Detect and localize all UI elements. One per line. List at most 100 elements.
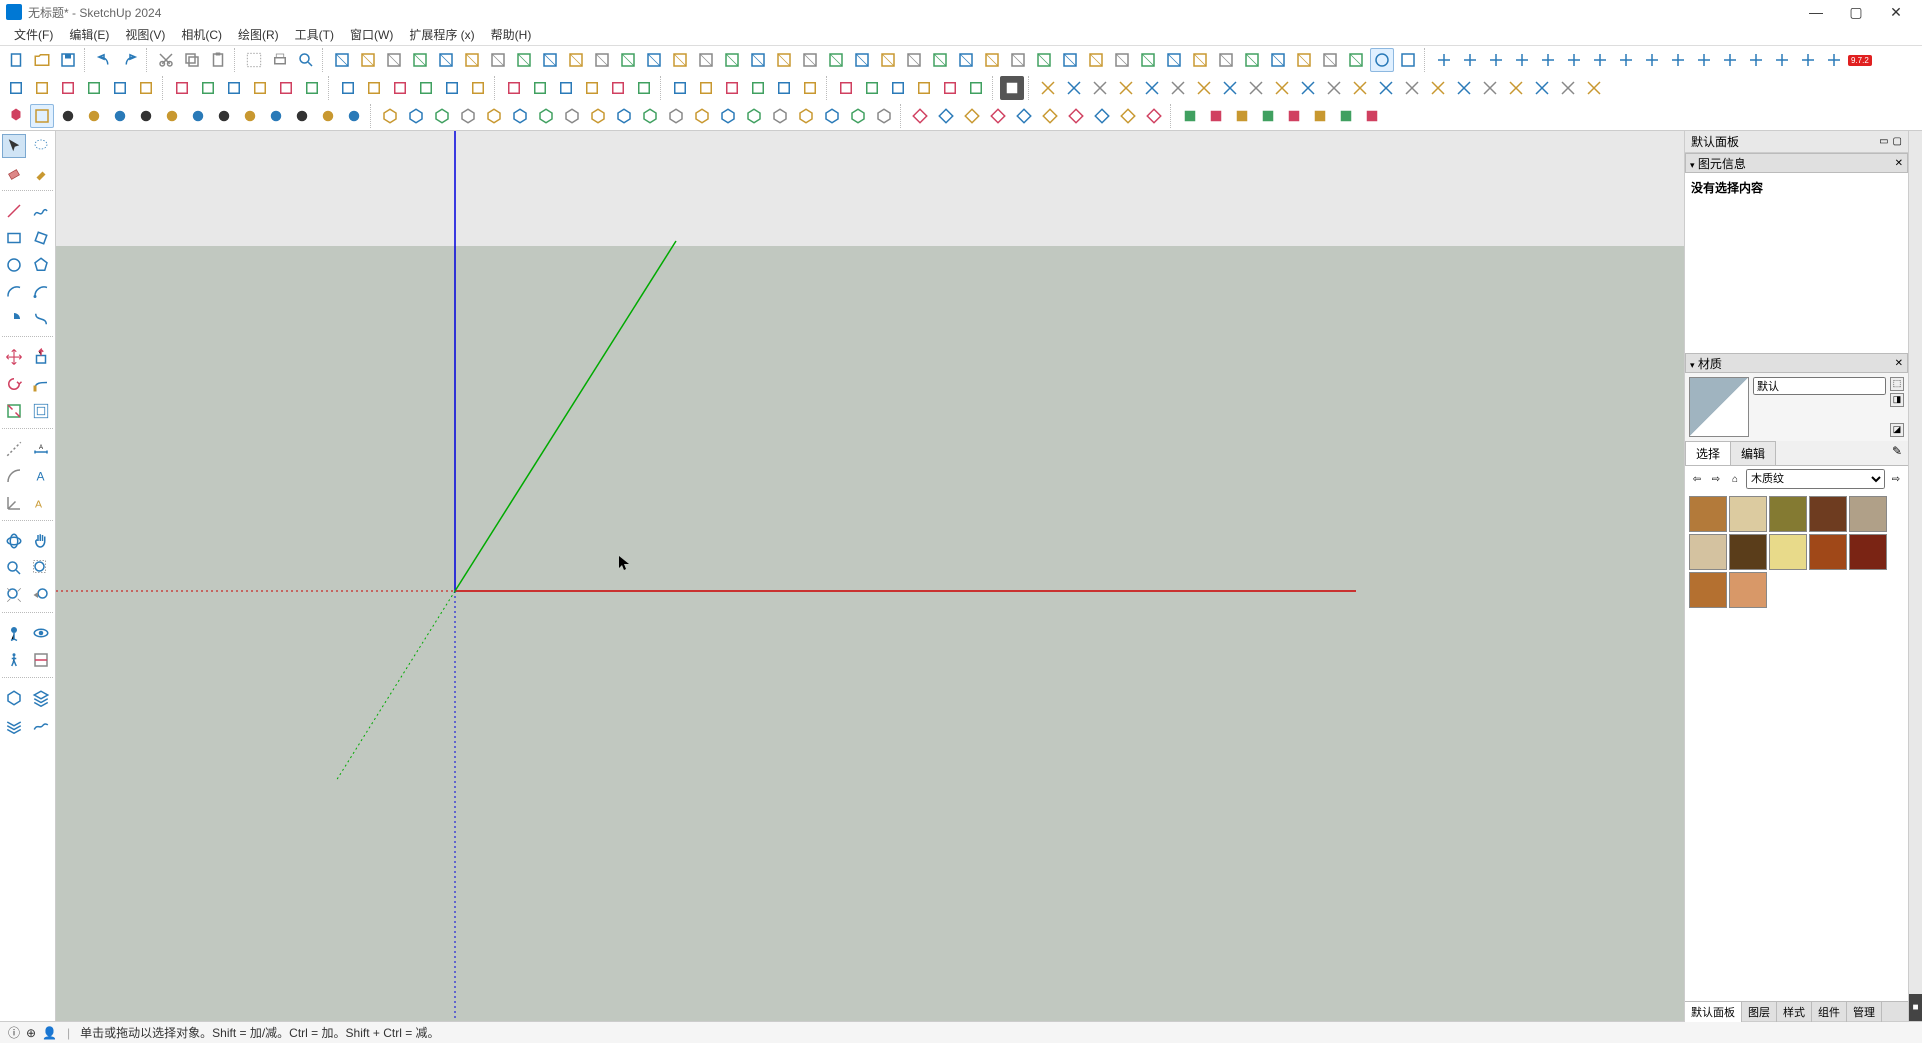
toolbar3-grp2-9[interactable] [612, 104, 636, 128]
toolbar3-grp2-7[interactable] [560, 104, 584, 128]
toolbar3-grp3-5[interactable] [1038, 104, 1062, 128]
toolbar3-btn-6[interactable] [212, 104, 236, 128]
toolbar1-btn-2[interactable] [382, 48, 406, 72]
material-tab-edit[interactable]: 编辑 [1730, 441, 1776, 465]
zoom-tool[interactable] [2, 556, 26, 580]
toolbar3-grp4-4[interactable] [1282, 104, 1306, 128]
circle-tool[interactable] [2, 253, 26, 277]
copy-button[interactable] [180, 48, 204, 72]
material-back-button[interactable]: ⇦ [1689, 471, 1705, 487]
toolbar2-btn-22[interactable] [606, 76, 630, 100]
print-button[interactable] [268, 48, 292, 72]
material-preview-swatch[interactable] [1689, 377, 1749, 437]
material-swatch-4[interactable] [1849, 496, 1887, 532]
material-swatch-6[interactable] [1729, 534, 1767, 570]
toolbar2-grp2-18[interactable] [1504, 76, 1528, 100]
toolbar1-btn-3[interactable] [408, 48, 432, 72]
material-swatch-1[interactable] [1729, 496, 1767, 532]
toolbar3-grp4-7[interactable] [1360, 104, 1384, 128]
toolbar1-btn-24[interactable] [954, 48, 978, 72]
toolbar1-btn-37[interactable] [1292, 48, 1316, 72]
toolbar1-grp2-12[interactable] [1744, 48, 1768, 72]
redo-button[interactable] [118, 48, 142, 72]
close-button[interactable]: ✕ [1876, 0, 1916, 24]
scale-tool[interactable] [2, 399, 26, 423]
toolbar1-grp2-15[interactable] [1822, 48, 1846, 72]
toolbar1-btn-19[interactable] [824, 48, 848, 72]
toolbar2-btn-12[interactable] [336, 76, 360, 100]
toolbar3-grp4-1[interactable] [1204, 104, 1228, 128]
toolbar2-grp2-9[interactable] [1270, 76, 1294, 100]
toolbar2-btn-9[interactable] [248, 76, 272, 100]
toolbar3-grp4-6[interactable] [1334, 104, 1358, 128]
toolbar3-btn-9[interactable] [290, 104, 314, 128]
toolbar3-grp3-3[interactable] [986, 104, 1010, 128]
toolbar2-btn-2[interactable] [56, 76, 80, 100]
toolbar2-btn-3[interactable] [82, 76, 106, 100]
3dtext-tool[interactable]: A [29, 491, 53, 515]
toolbar2-grp2-10[interactable] [1296, 76, 1320, 100]
toolbar2-btn-28[interactable] [772, 76, 796, 100]
prev-view-tool[interactable] [29, 583, 53, 607]
erase-sel-button[interactable] [242, 48, 266, 72]
toolbar3-grp2-10[interactable] [638, 104, 662, 128]
material-swatch-3[interactable] [1809, 496, 1847, 532]
cut-button[interactable] [154, 48, 178, 72]
new-button[interactable] [4, 48, 28, 72]
toolbar2-btn-15[interactable] [414, 76, 438, 100]
line-tool[interactable] [2, 199, 26, 223]
toolbar1-highlighted[interactable] [1370, 48, 1394, 72]
toolbar2-btn-18[interactable] [502, 76, 526, 100]
orbit-tool[interactable] [2, 529, 26, 553]
toolbar1-btn-4[interactable] [434, 48, 458, 72]
toolbar3-grp3-2[interactable] [960, 104, 984, 128]
toolbar3-grp2-15[interactable] [768, 104, 792, 128]
tray-close-icon[interactable]: ▢ [1893, 136, 1902, 147]
toolbar3-btn-4[interactable] [160, 104, 184, 128]
toolbar1-btn-33[interactable] [1188, 48, 1212, 72]
plugin-icon[interactable] [4, 104, 28, 128]
toolbar1-grp2-3[interactable] [1510, 48, 1534, 72]
status-geo-icon[interactable]: ⊕ [26, 1026, 36, 1040]
toolbar3-grp3-6[interactable] [1064, 104, 1088, 128]
toolbar1-grp2-9[interactable] [1666, 48, 1690, 72]
toolbar1-btn-16[interactable] [746, 48, 770, 72]
paint-tool[interactable] [29, 161, 53, 185]
toolbar3-grp3-7[interactable] [1090, 104, 1114, 128]
text-tool[interactable]: A [29, 464, 53, 488]
entity-info-close-icon[interactable]: ✕ [1895, 158, 1903, 169]
toolbar3-btn-5[interactable] [186, 104, 210, 128]
toolbar3-grp2-6[interactable] [534, 104, 558, 128]
toolbar2-btn-5[interactable] [134, 76, 158, 100]
toolbar2-btn-19[interactable] [528, 76, 552, 100]
toolbar2-btn-29[interactable] [798, 76, 822, 100]
toolbar3-grp4-0[interactable] [1178, 104, 1202, 128]
menu-edit[interactable]: 编辑(E) [61, 24, 117, 45]
toolbar1-grp2-4[interactable] [1536, 48, 1560, 72]
toolbar3-grp2-14[interactable] [742, 104, 766, 128]
toolbar3-btn-10[interactable] [316, 104, 340, 128]
material-swatch-2[interactable] [1769, 496, 1807, 532]
toolbar2-btn-24[interactable] [668, 76, 692, 100]
toolbar2-btn-20[interactable] [554, 76, 578, 100]
toolbar3-grp3-8[interactable] [1116, 104, 1140, 128]
toolbar2-grp2-16[interactable] [1452, 76, 1476, 100]
toolbar3-btn-1[interactable] [82, 104, 106, 128]
material-swatch-0[interactable] [1689, 496, 1727, 532]
menu-camera[interactable]: 相机(C) [173, 24, 230, 45]
tray-header[interactable]: 默认面板 ▭ ▢ [1685, 131, 1908, 153]
material-category-select[interactable]: 木质纹 [1746, 469, 1885, 489]
toolbar3-btn-2[interactable] [108, 104, 132, 128]
toolbar2-btn-34[interactable] [938, 76, 962, 100]
toolbar2-dark-btn[interactable] [1000, 76, 1024, 100]
tape-tool[interactable] [2, 437, 26, 461]
toolbar2-grp2-2[interactable] [1088, 76, 1112, 100]
toolbar2-btn-33[interactable] [912, 76, 936, 100]
toolbar2-grp2-15[interactable] [1426, 76, 1450, 100]
dimension-tool[interactable]: A [29, 437, 53, 461]
toolbar2-grp2-4[interactable] [1140, 76, 1164, 100]
material-fwd-button[interactable]: ⇨ [1708, 471, 1724, 487]
material-menu-button[interactable]: ⇨ [1888, 471, 1904, 487]
toolbar3-grp4-3[interactable] [1256, 104, 1280, 128]
toolbar3-btn-11[interactable] [342, 104, 366, 128]
